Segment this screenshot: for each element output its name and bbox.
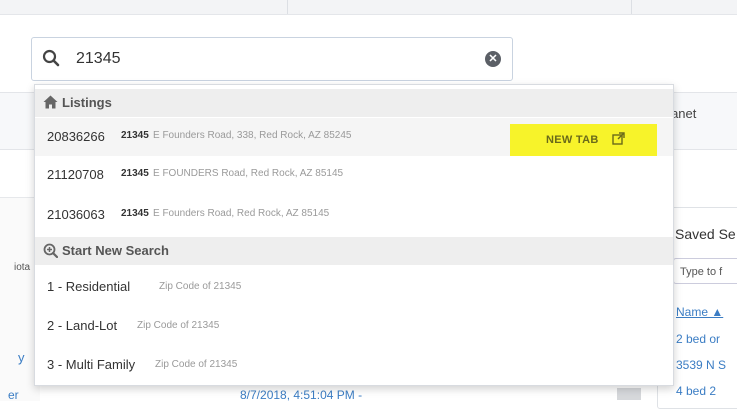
listing-mls-number: 20836266 bbox=[47, 129, 105, 144]
listing-address: E FOUNDERS Road, Red Rock, AZ 85145 bbox=[153, 168, 344, 179]
listing-mls-number: 21120708 bbox=[47, 167, 104, 182]
listings-section-label: Listings bbox=[62, 95, 112, 110]
listing-zip-match: 21345 bbox=[121, 168, 149, 179]
saved-searches-name-header[interactable]: Name ▲ bbox=[676, 305, 723, 319]
search-suggestion[interactable]: 1 - Residential Zip Code of 21345 bbox=[35, 268, 673, 306]
new-search-section-header: Start New Search bbox=[35, 237, 673, 265]
search-input[interactable]: 21345 ✕ bbox=[31, 37, 513, 81]
new-tab-button[interactable]: NEW TAB bbox=[510, 124, 657, 156]
saved-search-link[interactable]: 3539 N S bbox=[676, 358, 726, 372]
search-type-label: 1 - Residential bbox=[47, 279, 131, 294]
new-tab-label: NEW TAB bbox=[546, 134, 599, 146]
search-type-detail: Zip Code of 21345 bbox=[159, 281, 242, 292]
listing-suggestion[interactable]: 21036063 21345 E Founders Road, Red Rock… bbox=[35, 196, 673, 234]
left-link-fragment[interactable]: y bbox=[18, 350, 25, 365]
saved-search-link[interactable]: 4 bed 2 bbox=[676, 384, 716, 398]
saved-search-link[interactable]: 2 bed or bbox=[676, 332, 720, 346]
search-suggestion[interactable]: 3 - Multi Family Zip Code of 21345 bbox=[35, 346, 673, 384]
listing-address: E Founders Road, Red Rock, AZ 85145 bbox=[153, 208, 330, 219]
listing-mls-number: 21036063 bbox=[47, 207, 105, 222]
search-type-label: 3 - Multi Family bbox=[47, 357, 136, 372]
saved-searches-title: Saved Se bbox=[675, 226, 736, 242]
top-bar bbox=[0, 0, 737, 15]
search-query-text[interactable]: 21345 bbox=[76, 50, 121, 68]
search-plus-icon bbox=[43, 243, 59, 263]
listings-section-header: Listings bbox=[35, 89, 673, 117]
search-suggestion[interactable]: 2 - Land-Lot Zip Code of 21345 bbox=[35, 307, 673, 345]
search-type-detail: Zip Code of 21345 bbox=[137, 320, 220, 331]
search-type-label: 2 - Land-Lot bbox=[47, 318, 118, 333]
clear-icon[interactable]: ✕ bbox=[485, 51, 501, 67]
top-bar-divider bbox=[631, 0, 632, 14]
left-column-label: iota bbox=[14, 262, 31, 273]
listing-zip-match: 21345 bbox=[121, 130, 149, 141]
search-type-detail: Zip Code of 21345 bbox=[155, 359, 238, 370]
listing-suggestion[interactable]: 21120708 21345 E FOUNDERS Road, Red Rock… bbox=[35, 156, 673, 194]
home-icon bbox=[43, 95, 58, 114]
table-scrollbar[interactable] bbox=[617, 388, 641, 400]
search-suggestions-dropdown: Listings 20836266 21345 E Founders Road,… bbox=[34, 84, 674, 386]
listing-zip-match: 21345 bbox=[121, 208, 149, 219]
external-link-icon bbox=[612, 132, 625, 150]
new-search-section-label: Start New Search bbox=[62, 243, 169, 258]
top-bar-divider bbox=[287, 0, 288, 14]
listing-address: E Founders Road, 338, Red Rock, AZ 85245 bbox=[153, 130, 352, 141]
search-icon bbox=[42, 49, 60, 72]
saved-searches-filter-input[interactable]: Type to f bbox=[673, 258, 737, 284]
